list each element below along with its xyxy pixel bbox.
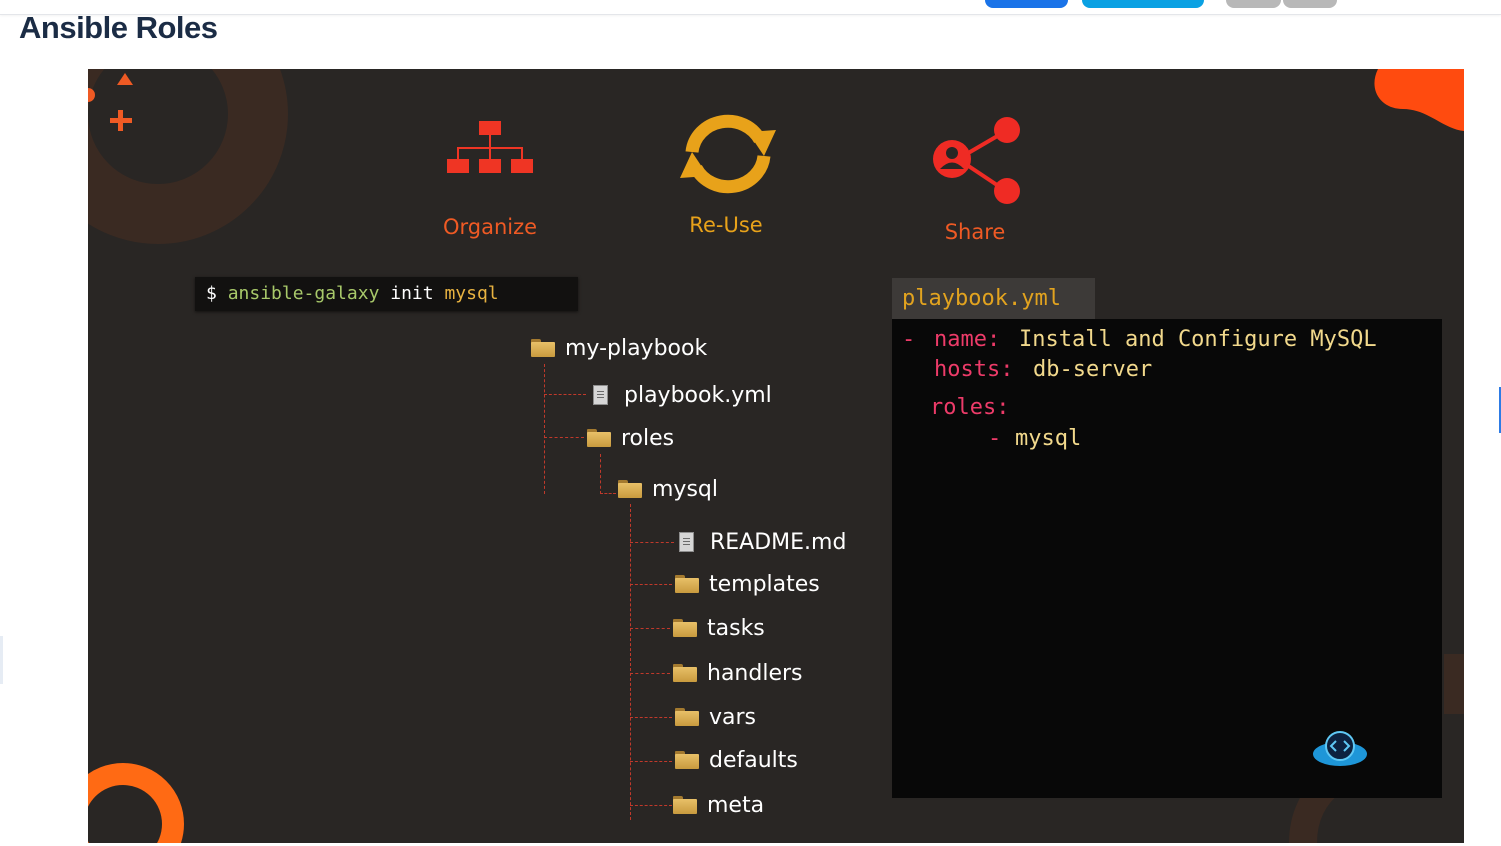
playbook-code: - name: Install and Configure MySQL host… [892, 319, 1442, 798]
tree-connector [544, 394, 586, 395]
folder-icon [673, 796, 697, 814]
folder-icon [673, 664, 697, 682]
tree-item-label: handlers [707, 660, 803, 686]
folder-icon [675, 751, 699, 769]
code-badge-icon[interactable] [1312, 730, 1368, 766]
yaml-name-key: name: [934, 327, 1001, 352]
yaml-role-value: mysql [1015, 426, 1082, 451]
feature-reuse-label: Re-Use [689, 213, 763, 237]
tree-item-label: meta [707, 792, 765, 818]
tree-connector [600, 454, 601, 494]
org-chart-icon [447, 121, 533, 173]
feature-share-label: Share [944, 220, 1006, 244]
yaml-dash: - [902, 327, 916, 352]
toolbar-button-2[interactable] [1082, 0, 1204, 8]
tree-item-label: roles [621, 425, 675, 451]
recycle-icon [680, 114, 776, 194]
slide: Organize Re-Use Share $ ansible-galaxy i… [88, 69, 1464, 843]
tree-item-root: my-playbook [531, 333, 707, 363]
yaml-hosts-key: hosts: [934, 357, 1014, 382]
tree-item-meta: meta [673, 790, 764, 820]
playbook-filename-tab: playbook.yml [892, 278, 1095, 319]
tree-item-playbook-file: playbook.yml [593, 380, 772, 410]
folder-icon [675, 575, 699, 593]
tree-item-readme: README.md [679, 527, 846, 557]
page-title: Ansible Roles [19, 10, 218, 45]
share-icon [933, 117, 1020, 204]
tree-item-vars: vars [675, 702, 756, 732]
terminal-prompt: $ [206, 283, 217, 304]
terminal-command-name: ansible-galaxy [227, 283, 380, 304]
tree-item-label: templates [709, 571, 820, 597]
tree-item-roles: roles [587, 423, 674, 453]
toolbar-button-4[interactable] [1283, 0, 1337, 8]
tree-connector [630, 673, 670, 674]
tree-item-templates: templates [675, 569, 820, 599]
folder-icon [587, 429, 611, 447]
tree-item-label: vars [709, 704, 757, 730]
tree-item-label: mysql [652, 476, 718, 502]
file-icon [679, 532, 694, 552]
tree-connector [630, 761, 672, 762]
tree-connector [630, 717, 672, 718]
yaml-name-value: Install and Configure MySQL [1019, 327, 1377, 352]
toolbar-button-3[interactable] [1226, 0, 1281, 8]
tree-connector [544, 437, 584, 438]
tree-connector [544, 364, 545, 494]
tree-connector [630, 628, 670, 629]
terminal-subcommand: init [390, 283, 434, 304]
yaml-roles-key: roles: [930, 395, 1010, 420]
tree-connector [630, 584, 672, 585]
tree-connector [600, 493, 616, 494]
folder-icon [618, 480, 642, 498]
file-icon [593, 385, 608, 405]
tree-item-tasks: tasks [673, 613, 765, 643]
toolbar-button-1[interactable] [985, 0, 1068, 8]
tree-connector [630, 504, 631, 820]
terminal-argument: mysql [444, 283, 499, 304]
folder-icon [675, 708, 699, 726]
tree-item-label: playbook.yml [624, 382, 772, 408]
tree-item-defaults: defaults [675, 745, 798, 775]
feature-organize-label: Organize [442, 215, 538, 239]
tree-item-handlers: handlers [673, 658, 803, 688]
folder-icon [531, 339, 555, 357]
top-toolbar [0, 0, 1501, 15]
terminal-command: $ ansible-galaxy init mysql [195, 277, 578, 311]
yaml-role-dash: - [988, 426, 1002, 451]
yaml-hosts-value: db-server [1033, 357, 1153, 382]
tree-item-label: my-playbook [565, 335, 708, 361]
tree-item-label: tasks [707, 615, 765, 641]
left-edge-tab[interactable] [0, 636, 3, 684]
tree-item-label: defaults [709, 747, 798, 773]
tree-item-label: README.md [710, 529, 847, 555]
tree-connector [630, 542, 674, 543]
folder-icon [673, 619, 697, 637]
tree-connector [630, 805, 672, 806]
tree-item-mysql: mysql [618, 474, 718, 504]
